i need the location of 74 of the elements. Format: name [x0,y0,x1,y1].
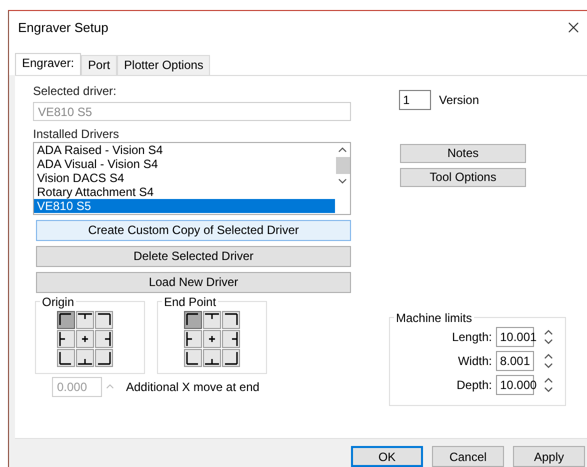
version-label: Version [439,92,480,107]
dialog-button[interactable]: OK [351,446,423,467]
position-button[interactable] [222,310,240,329]
driver-list-item[interactable]: ADA Visual - Vision S4 [34,156,335,171]
position-mark-icon [225,352,238,365]
position-mark-icon [78,358,92,365]
position-button[interactable] [76,310,94,329]
tab[interactable]: Plotter Options [117,54,210,75]
scroll-up-icon[interactable] [338,146,347,153]
position-button[interactable] [184,310,202,329]
window-title: Engraver Setup [18,20,108,36]
version-field[interactable]: 1 [399,90,431,110]
spinner-arrows-icon[interactable] [544,376,553,393]
scroll-thumb[interactable] [336,156,350,174]
position-mark-icon [98,352,111,365]
spinner-arrows-icon[interactable] [544,328,553,345]
position-mark-icon [232,332,238,346]
dialog-button[interactable]: Cancel [432,446,504,467]
position-mark-icon [98,312,111,326]
position-button[interactable] [76,348,94,367]
position-mark-icon [59,352,72,365]
position-mark-icon [205,312,219,319]
driver-list-item[interactable]: VE810 S5 [34,198,335,213]
position-mark-icon [105,332,111,346]
position-mark-icon [59,312,72,326]
position-button[interactable] [184,330,202,348]
driver-button[interactable]: Create Custom Copy of Selected Driver [36,220,351,241]
position-button[interactable] [76,330,94,348]
limit-field[interactable]: 10.001 [496,326,534,347]
driver-button[interactable]: Load New Driver [36,272,351,293]
limit-field[interactable]: 10.000 [496,374,534,395]
side-button[interactable]: Tool Options [400,168,526,187]
position-button[interactable] [203,310,221,329]
position-mark-icon [186,332,192,346]
position-mark-icon [186,312,199,326]
position-button[interactable] [222,330,240,348]
position-button[interactable] [57,348,75,367]
position-button[interactable] [203,330,221,348]
position-button[interactable] [95,348,113,367]
position-mark-icon [59,332,65,346]
driver-list-item[interactable]: Vision DACS S4 [34,170,335,185]
close-icon[interactable] [568,22,579,34]
driver-list-item[interactable]: Rotary Attachment S4 [34,184,335,199]
limit-label: Width: [458,354,492,368]
position-mark-icon [78,312,92,319]
group-title: Machine limits [395,310,474,325]
selected-driver-label: Selected driver: [33,84,118,98]
position-button[interactable] [57,330,75,348]
driver-list-item[interactable]: ADA Raised - Vision S4 [34,142,335,157]
position-mark-icon [205,358,219,365]
driver-button[interactable]: Delete Selected Driver [36,246,351,267]
limit-label: Depth: [456,378,492,392]
group-title: End Point [163,294,218,309]
side-button[interactable]: Notes [400,144,526,163]
position-mark-icon [209,336,215,342]
position-mark-icon [82,336,88,342]
installed-drivers-label: Installed Drivers [33,126,120,141]
position-button[interactable] [222,348,240,367]
tab[interactable]: Engraver: [15,52,82,75]
position-button[interactable] [95,330,113,348]
dialog-button[interactable]: Apply [513,446,585,467]
scroll-down-icon[interactable] [338,178,347,184]
position-button[interactable] [57,310,75,329]
spinner-arrows-icon[interactable] [544,352,553,369]
position-button[interactable] [184,348,202,367]
tab[interactable]: Port [81,54,118,75]
limit-label: Length: [452,330,492,344]
position-mark-icon [225,312,238,326]
position-mark-icon [186,352,199,365]
group-title: Origin [41,294,76,309]
position-button[interactable] [203,348,221,367]
limit-field[interactable]: 8.001 [496,350,534,371]
additional-x-label: Additional X move at end [126,380,260,394]
position-button[interactable] [95,310,113,329]
